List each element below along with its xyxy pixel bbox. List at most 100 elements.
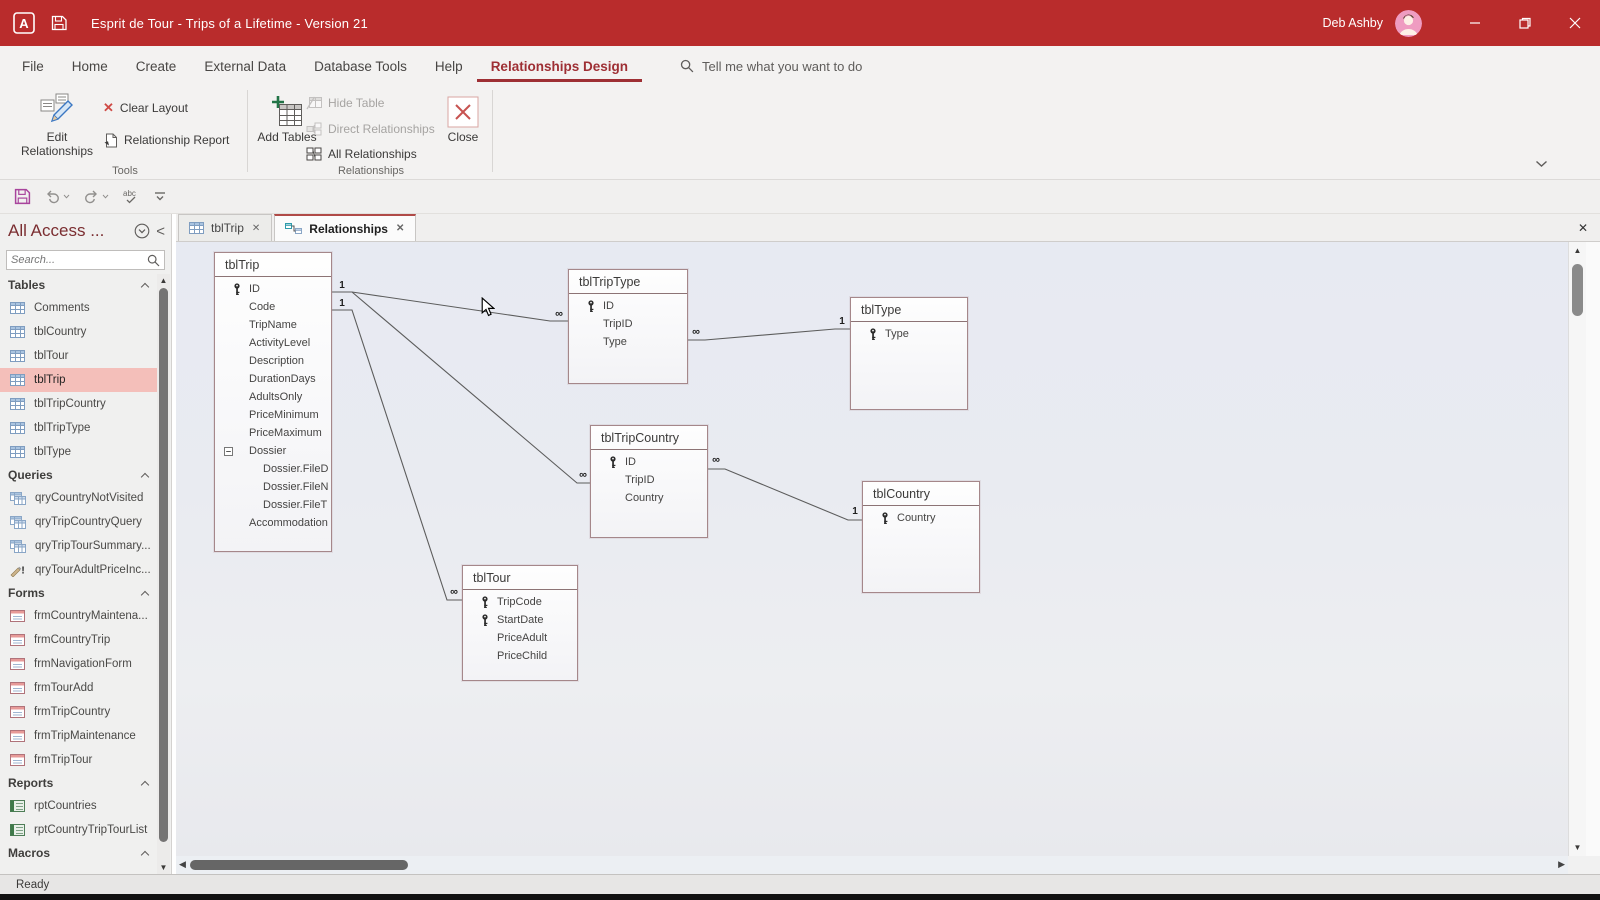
- er-field-country[interactable]: Country: [863, 509, 979, 527]
- nav-item-rptcountries[interactable]: rptCountries: [0, 794, 158, 818]
- er-field-dossier-filed[interactable]: Dossier.FileD: [215, 460, 331, 478]
- er-field-priceadult[interactable]: PriceAdult: [463, 629, 577, 647]
- nav-menu-icon[interactable]: [134, 223, 150, 239]
- minimize-button[interactable]: [1450, 0, 1500, 46]
- menu-tab-home[interactable]: Home: [58, 50, 122, 82]
- er-field-type[interactable]: Type: [851, 325, 967, 343]
- nav-item-qrycountrynotvisited[interactable]: qryCountryNotVisited: [0, 486, 158, 510]
- er-table-title[interactable]: tblType: [851, 298, 967, 322]
- tell-me-search[interactable]: Tell me what you want to do: [680, 59, 862, 74]
- vscroll-thumb[interactable]: [1572, 264, 1583, 316]
- er-field-priceminimum[interactable]: PriceMinimum: [215, 406, 331, 424]
- nav-item-tbltype[interactable]: tblType: [0, 440, 158, 464]
- er-table-title[interactable]: tblTripCountry: [591, 426, 707, 450]
- nav-item-tbltripcountry[interactable]: tblTripCountry: [0, 392, 158, 416]
- er-field-id[interactable]: ID: [215, 280, 331, 298]
- er-field-id[interactable]: ID: [591, 453, 707, 471]
- scroll-down-icon[interactable]: ▼: [1571, 841, 1584, 854]
- nav-item-frmcountrymaintena[interactable]: frmCountryMaintena...: [0, 604, 158, 628]
- nav-item-tblcountry[interactable]: tblCountry: [0, 320, 158, 344]
- collapse-ribbon-icon[interactable]: [1535, 160, 1548, 168]
- shutter-collapse-icon[interactable]: <: [156, 223, 165, 240]
- document-tab-relationships[interactable]: Relationships✕: [274, 214, 416, 241]
- canvas-horizontal-scrollbar[interactable]: ◀ ▶: [176, 856, 1568, 874]
- relationship-line[interactable]: [708, 469, 862, 520]
- scroll-up-icon[interactable]: ▲: [157, 274, 170, 287]
- save-icon[interactable]: [14, 188, 31, 205]
- relationship-report-button[interactable]: Relationship Report: [103, 131, 229, 149]
- nav-section-tables[interactable]: Tables: [0, 274, 158, 296]
- er-field-startdate[interactable]: StartDate: [463, 611, 577, 629]
- nav-item-qrytriptoursummary[interactable]: qryTripTourSummary...: [0, 534, 158, 558]
- relationships-canvas[interactable]: 1∞∞1∞∞1∞1 tblTripIDCodeTripNameActivityL…: [176, 242, 1568, 856]
- nav-item-qrytouradultpriceinc[interactable]: !qryTourAdultPriceInc...: [0, 558, 158, 582]
- nav-search-input[interactable]: [11, 254, 147, 266]
- menu-tab-database-tools[interactable]: Database Tools: [300, 50, 421, 82]
- er-table-tbltripcountry[interactable]: tblTripCountry IDTripIDCountry: [590, 425, 708, 538]
- nav-search-box[interactable]: [6, 250, 165, 270]
- nav-item-qrytripcountryquery[interactable]: qryTripCountryQuery: [0, 510, 158, 534]
- er-table-tbltour[interactable]: tblTourTripCodeStartDatePriceAdultPriceC…: [462, 565, 578, 681]
- er-field-dossier[interactable]: Dossier: [215, 442, 331, 460]
- er-table-title[interactable]: tblCountry: [863, 482, 979, 506]
- restore-button[interactable]: [1500, 0, 1550, 46]
- nav-section-queries[interactable]: Queries: [0, 464, 158, 486]
- er-field-id[interactable]: ID: [569, 297, 687, 315]
- relationship-line[interactable]: [332, 310, 462, 600]
- close-object-icon[interactable]: ✕: [1578, 221, 1588, 235]
- menu-tab-create[interactable]: Create: [122, 50, 191, 82]
- er-field-code[interactable]: Code: [215, 298, 331, 316]
- titlebar-save-icon[interactable]: [51, 15, 67, 31]
- er-table-tbltrip[interactable]: tblTripIDCodeTripNameActivityLevelDescri…: [214, 252, 332, 552]
- close-tab-icon[interactable]: ✕: [251, 223, 261, 234]
- er-table-title[interactable]: tblTour: [463, 566, 577, 590]
- er-field-tripcode[interactable]: TripCode: [463, 593, 577, 611]
- er-table-title[interactable]: tblTripType: [569, 270, 687, 294]
- customize-qat-icon[interactable]: [154, 191, 166, 202]
- canvas-vertical-scrollbar[interactable]: ▲ ▼: [1568, 242, 1586, 856]
- er-field-country[interactable]: Country: [591, 489, 707, 507]
- er-field-dossier-filet[interactable]: Dossier.FileT: [215, 496, 331, 514]
- clear-layout-button[interactable]: ✕ Clear Layout: [103, 99, 188, 117]
- close-tab-icon[interactable]: ✕: [395, 223, 405, 234]
- nav-item-frmnavigationform[interactable]: frmNavigationForm: [0, 652, 158, 676]
- er-table-tbltype[interactable]: tblType Type: [850, 297, 968, 410]
- menu-tab-file[interactable]: File: [8, 50, 58, 82]
- relationship-line[interactable]: [332, 292, 568, 321]
- hscroll-thumb[interactable]: [190, 860, 408, 870]
- document-tab-tbltrip[interactable]: tblTrip✕: [178, 214, 272, 241]
- nav-item-frmcountrytrip[interactable]: frmCountryTrip: [0, 628, 158, 652]
- nav-item-tbltrip[interactable]: tblTrip: [0, 368, 158, 392]
- spelling-icon[interactable]: abc: [122, 189, 141, 204]
- nav-item-comments[interactable]: Comments: [0, 296, 158, 320]
- avatar[interactable]: [1395, 10, 1422, 37]
- user-name[interactable]: Deb Ashby: [1323, 16, 1383, 30]
- scroll-up-icon[interactable]: ▲: [1571, 244, 1584, 257]
- nav-item-frmtouradd[interactable]: frmTourAdd: [0, 676, 158, 700]
- menu-tab-external-data[interactable]: External Data: [190, 50, 300, 82]
- er-table-tblcountry[interactable]: tblCountry Country: [862, 481, 980, 593]
- er-table-title[interactable]: tblTrip: [215, 253, 331, 277]
- close-relationships-button[interactable]: Close: [426, 90, 500, 162]
- nav-item-frmtripcountry[interactable]: frmTripCountry: [0, 700, 158, 724]
- er-field-type[interactable]: Type: [569, 333, 687, 351]
- nav-section-forms[interactable]: Forms: [0, 582, 158, 604]
- er-field-tripid[interactable]: TripID: [569, 315, 687, 333]
- all-relationships-button[interactable]: All Relationships: [306, 145, 417, 163]
- collapse-field-icon[interactable]: [224, 447, 233, 456]
- er-table-tbltriptype[interactable]: tblTripType IDTripIDType: [568, 269, 688, 384]
- er-field-tripname[interactable]: TripName: [215, 316, 331, 334]
- er-field-dossier-filen[interactable]: Dossier.FileN: [215, 478, 331, 496]
- search-icon[interactable]: [147, 254, 160, 267]
- nav-pane-header[interactable]: All Access ... <: [0, 214, 171, 248]
- er-field-accommodation[interactable]: Accommodation: [215, 514, 331, 532]
- nav-item-tbltour[interactable]: tblTour: [0, 344, 158, 368]
- er-field-description[interactable]: Description: [215, 352, 331, 370]
- er-field-tripid[interactable]: TripID: [591, 471, 707, 489]
- scroll-left-icon[interactable]: ◀: [179, 859, 186, 870]
- scroll-down-icon[interactable]: ▼: [157, 861, 170, 874]
- scroll-right-icon[interactable]: ▶: [1558, 859, 1565, 870]
- edit-relationships-button[interactable]: Edit Relationships: [20, 90, 94, 162]
- er-field-pricemaximum[interactable]: PriceMaximum: [215, 424, 331, 442]
- close-button[interactable]: [1550, 0, 1600, 46]
